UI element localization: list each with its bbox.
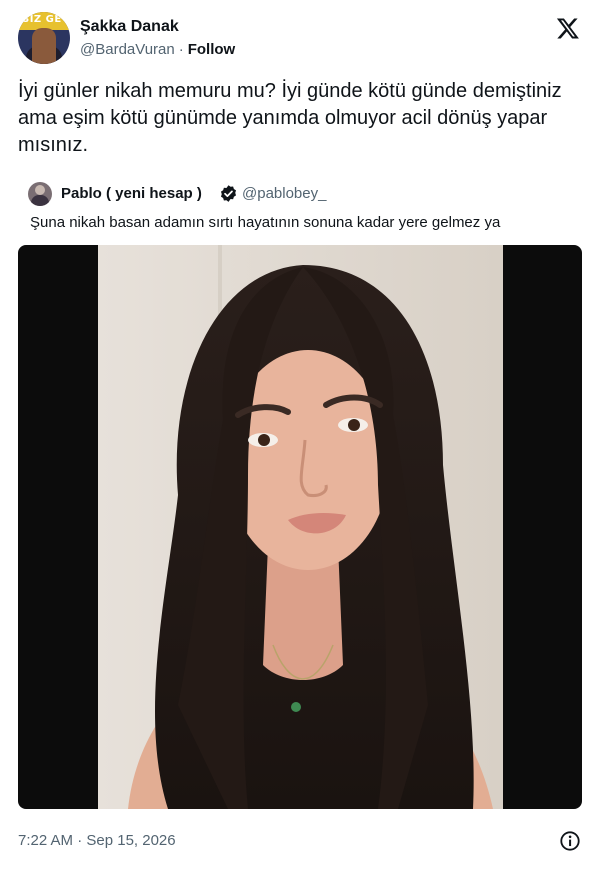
quoted-author-handle[interactable]: @pablobey_ [242,185,326,202]
quoted-tweet-text: Şuna nikah basan adamın sırtı hayatının … [30,214,501,231]
author-handle[interactable]: @BardaVuran [80,41,175,58]
info-icon[interactable] [559,830,581,852]
tweet-header: SİZ GE Şakka Danak @BardaVuran · Follow [18,12,584,68]
quoted-author-name[interactable]: Pablo ( yeni hesap ) [61,185,202,202]
tweet-timestamp[interactable]: 7:22 AM · Sep 15, 2026 [18,832,176,849]
author-name[interactable]: Şakka Danak [80,18,179,36]
verified-badge-icon [220,185,237,202]
tweet-photo[interactable] [18,245,582,809]
tweet-text: İyi günler nikah memuru mu? İyi günde kö… [18,80,562,156]
separator-dot: · [178,41,184,58]
follow-button[interactable]: Follow [188,41,236,58]
author-avatar[interactable]: SİZ GE [18,12,70,64]
avatar-logo-text: SİZ GE [22,14,62,25]
portrait-image [98,245,503,809]
quoted-avatar[interactable] [28,182,52,206]
x-logo-icon[interactable] [556,16,580,40]
author-meta: @BardaVuran · Follow [80,41,235,58]
